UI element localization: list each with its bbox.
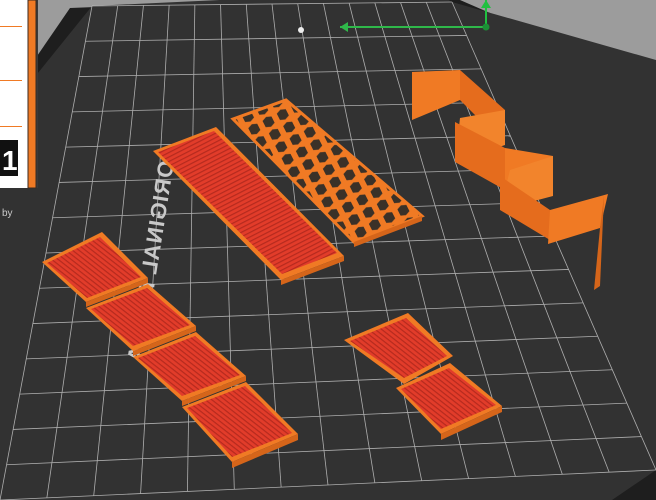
3d-viewport[interactable]: ORIGINAL PRUSA by 1	[0, 0, 656, 500]
panel-number: 1	[2, 145, 18, 176]
bed-logo-by: by	[2, 208, 13, 219]
side-panel[interactable]: 1	[0, 0, 38, 189]
